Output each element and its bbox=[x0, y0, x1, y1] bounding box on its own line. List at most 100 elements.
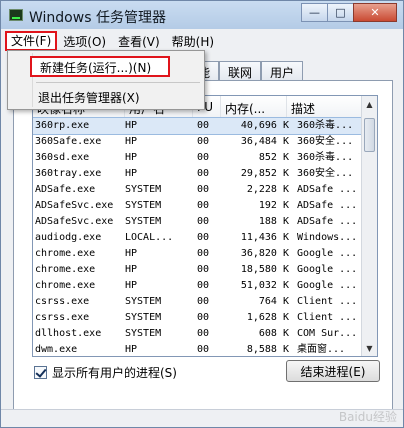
cell-image-name: csrss.exe bbox=[35, 296, 90, 307]
cell-user-name: HP bbox=[125, 344, 138, 355]
cell-description: ADSafe ... bbox=[297, 216, 358, 227]
process-list[interactable]: 映像名称 用户名 PU 内存(... 描述 360rp.exeHP0040,69… bbox=[32, 95, 378, 357]
file-menu-dropdown: 新建任务(运行...)(N) 退出任务管理器(X) bbox=[7, 50, 205, 110]
tab-networking[interactable]: 联网 bbox=[219, 61, 262, 81]
cell-cpu: 00 bbox=[196, 168, 209, 179]
processes-panel: 映像名称 用户名 PU 内存(... 描述 360rp.exeHP0040,69… bbox=[13, 80, 393, 410]
menu-separator bbox=[36, 82, 200, 83]
cell-user-name: HP bbox=[125, 168, 138, 179]
close-button[interactable]: ✕ bbox=[353, 3, 397, 22]
table-row[interactable]: csrss.exe SYSTEM 00 764 K Client ... bbox=[33, 294, 363, 310]
cell-memory: 2,228 K bbox=[246, 184, 289, 195]
table-row[interactable]: ADSafeSvc.exe SYSTEM 00 188 K ADSafe ... bbox=[33, 214, 363, 230]
table-row[interactable]: csrss.exe SYSTEM 00 1,628 K Client ... bbox=[33, 310, 363, 326]
cell-cpu: 00 bbox=[196, 120, 209, 131]
scroll-up-arrow-icon[interactable]: ▲ bbox=[362, 96, 377, 112]
table-row[interactable]: 360Safe.exe HP 00 36,484 K 360安全... bbox=[33, 134, 363, 150]
cell-memory: 192 K bbox=[258, 200, 289, 211]
cell-cpu: 00 bbox=[196, 136, 209, 147]
table-row[interactable]: chrome.exe HP 00 36,820 K Google ... bbox=[33, 246, 363, 262]
cell-memory: 1,628 K bbox=[246, 312, 289, 323]
cell-image-name: 360sd.exe bbox=[35, 152, 90, 163]
scroll-down-arrow-icon[interactable]: ▼ bbox=[362, 340, 377, 356]
menu-options[interactable]: 选项(O) bbox=[57, 31, 112, 51]
cell-description: ADSafe ... bbox=[297, 200, 358, 211]
cell-cpu: 00 bbox=[196, 216, 209, 227]
cell-cpu: 00 bbox=[196, 344, 209, 355]
cell-description: 360安全... bbox=[297, 168, 354, 179]
cell-image-name: csrss.exe bbox=[35, 312, 90, 323]
cell-cpu: 00 bbox=[196, 296, 209, 307]
cell-description: 360安全... bbox=[297, 136, 354, 147]
cell-description: Client ... bbox=[297, 312, 358, 323]
table-row[interactable]: chrome.exe HP 00 51,032 K Google ... bbox=[33, 278, 363, 294]
process-rows: 360rp.exe HP 00 40,696 K 360杀毒... 360Safe.exe… bbox=[33, 117, 364, 356]
cell-description: ADSafe ... bbox=[297, 184, 358, 195]
cell-user-name: HP bbox=[125, 248, 138, 259]
column-description[interactable]: 描述 bbox=[287, 96, 363, 117]
cell-memory: 852 K bbox=[258, 152, 289, 163]
cell-memory: 36,820 K bbox=[240, 248, 289, 259]
scroll-thumb[interactable] bbox=[364, 118, 375, 152]
cell-cpu: 00 bbox=[196, 248, 209, 259]
task-manager-app-icon bbox=[9, 9, 23, 21]
cell-image-name: dwm.exe bbox=[35, 344, 78, 355]
cell-image-name: chrome.exe bbox=[35, 248, 96, 259]
minimize-button[interactable]: — bbox=[301, 3, 328, 22]
cell-image-name: ADSafe.exe bbox=[35, 184, 96, 195]
cell-description: Google ... bbox=[297, 248, 358, 259]
new-task-menu-item[interactable]: 新建任务(运行...)(N) bbox=[30, 56, 170, 77]
cell-memory: 8,588 K bbox=[246, 344, 289, 355]
end-process-button[interactable]: 结束进程(E) bbox=[286, 360, 380, 382]
table-row[interactable]: dllhost.exe SYSTEM 00 608 K COM Sur... bbox=[33, 326, 363, 342]
cell-memory: 40,696 K bbox=[240, 120, 289, 131]
cell-description: Client ... bbox=[297, 296, 358, 307]
cell-cpu: 00 bbox=[196, 232, 209, 243]
menu-help[interactable]: 帮助(H) bbox=[166, 31, 220, 51]
table-row[interactable]: dwm.exe HP 00 8,588 K 桌面窗... bbox=[33, 342, 363, 356]
cell-memory: 188 K bbox=[258, 216, 289, 227]
cell-user-name: SYSTEM bbox=[125, 184, 162, 195]
cell-user-name: SYSTEM bbox=[125, 296, 162, 307]
tab-users[interactable]: 用户 bbox=[261, 61, 304, 81]
cell-user-name: SYSTEM bbox=[125, 328, 162, 339]
cell-description: 桌面窗... bbox=[297, 344, 346, 355]
cell-image-name: 360rp.exe bbox=[35, 120, 90, 131]
table-row[interactable]: ADSafeSvc.exe SYSTEM 00 192 K ADSafe ... bbox=[33, 198, 363, 214]
menu-file[interactable]: 文件(F) bbox=[5, 31, 58, 51]
tab-strip: 能 联网 用户 bbox=[189, 59, 304, 81]
table-row[interactable]: ADSafe.exe SYSTEM 00 2,228 K ADSafe ... bbox=[33, 182, 363, 198]
table-row[interactable]: chrome.exe HP 00 18,580 K Google ... bbox=[33, 262, 363, 278]
task-manager-window: Windows 任务管理器 — □ ✕ 文件(F) 选项(O) 查看(V) 帮助… bbox=[0, 0, 404, 428]
table-row[interactable]: audiodg.exe LOCAL... 00 11,436 K Windows... bbox=[33, 230, 363, 246]
exit-task-manager-menu-item[interactable]: 退出任务管理器(X) bbox=[38, 89, 140, 106]
cell-user-name: HP bbox=[125, 264, 138, 275]
show-all-processes-option[interactable]: 显示所有用户的进程(S) bbox=[34, 364, 177, 381]
table-row[interactable]: 360sd.exe HP 00 852 K 360杀毒... bbox=[33, 150, 363, 166]
cell-user-name: SYSTEM bbox=[125, 216, 162, 227]
cell-user-name: HP bbox=[125, 136, 138, 147]
table-row[interactable]: 360tray.exe HP 00 29,852 K 360安全... bbox=[33, 166, 363, 182]
cell-memory: 11,436 K bbox=[240, 232, 289, 243]
column-memory[interactable]: 内存(... bbox=[221, 96, 287, 117]
cell-cpu: 00 bbox=[196, 312, 209, 323]
maximize-button[interactable]: □ bbox=[327, 3, 354, 22]
process-list-scrollbar[interactable]: ▲ ▼ bbox=[361, 96, 377, 356]
cell-memory: 608 K bbox=[258, 328, 289, 339]
cell-user-name: HP bbox=[125, 280, 138, 291]
cell-description: 360杀毒... bbox=[297, 152, 354, 163]
title-bar[interactable]: Windows 任务管理器 — □ ✕ bbox=[1, 1, 403, 31]
window-title: Windows 任务管理器 bbox=[29, 10, 166, 26]
menu-bar: 文件(F) 选项(O) 查看(V) 帮助(H) bbox=[1, 31, 403, 51]
cell-image-name: ADSafeSvc.exe bbox=[35, 216, 114, 227]
cell-image-name: dllhost.exe bbox=[35, 328, 102, 339]
cell-memory: 29,852 K bbox=[240, 168, 289, 179]
menu-view[interactable]: 查看(V) bbox=[112, 31, 166, 51]
table-row[interactable]: 360rp.exe HP 00 40,696 K 360杀毒... bbox=[33, 117, 364, 135]
cell-image-name: chrome.exe bbox=[35, 264, 96, 275]
cell-description: Google ... bbox=[297, 264, 358, 275]
show-all-processes-checkbox[interactable] bbox=[34, 366, 47, 379]
cell-memory: 18,580 K bbox=[240, 264, 289, 275]
cell-description: 360杀毒... bbox=[297, 120, 354, 131]
watermark: Baidu经验 bbox=[338, 410, 397, 424]
